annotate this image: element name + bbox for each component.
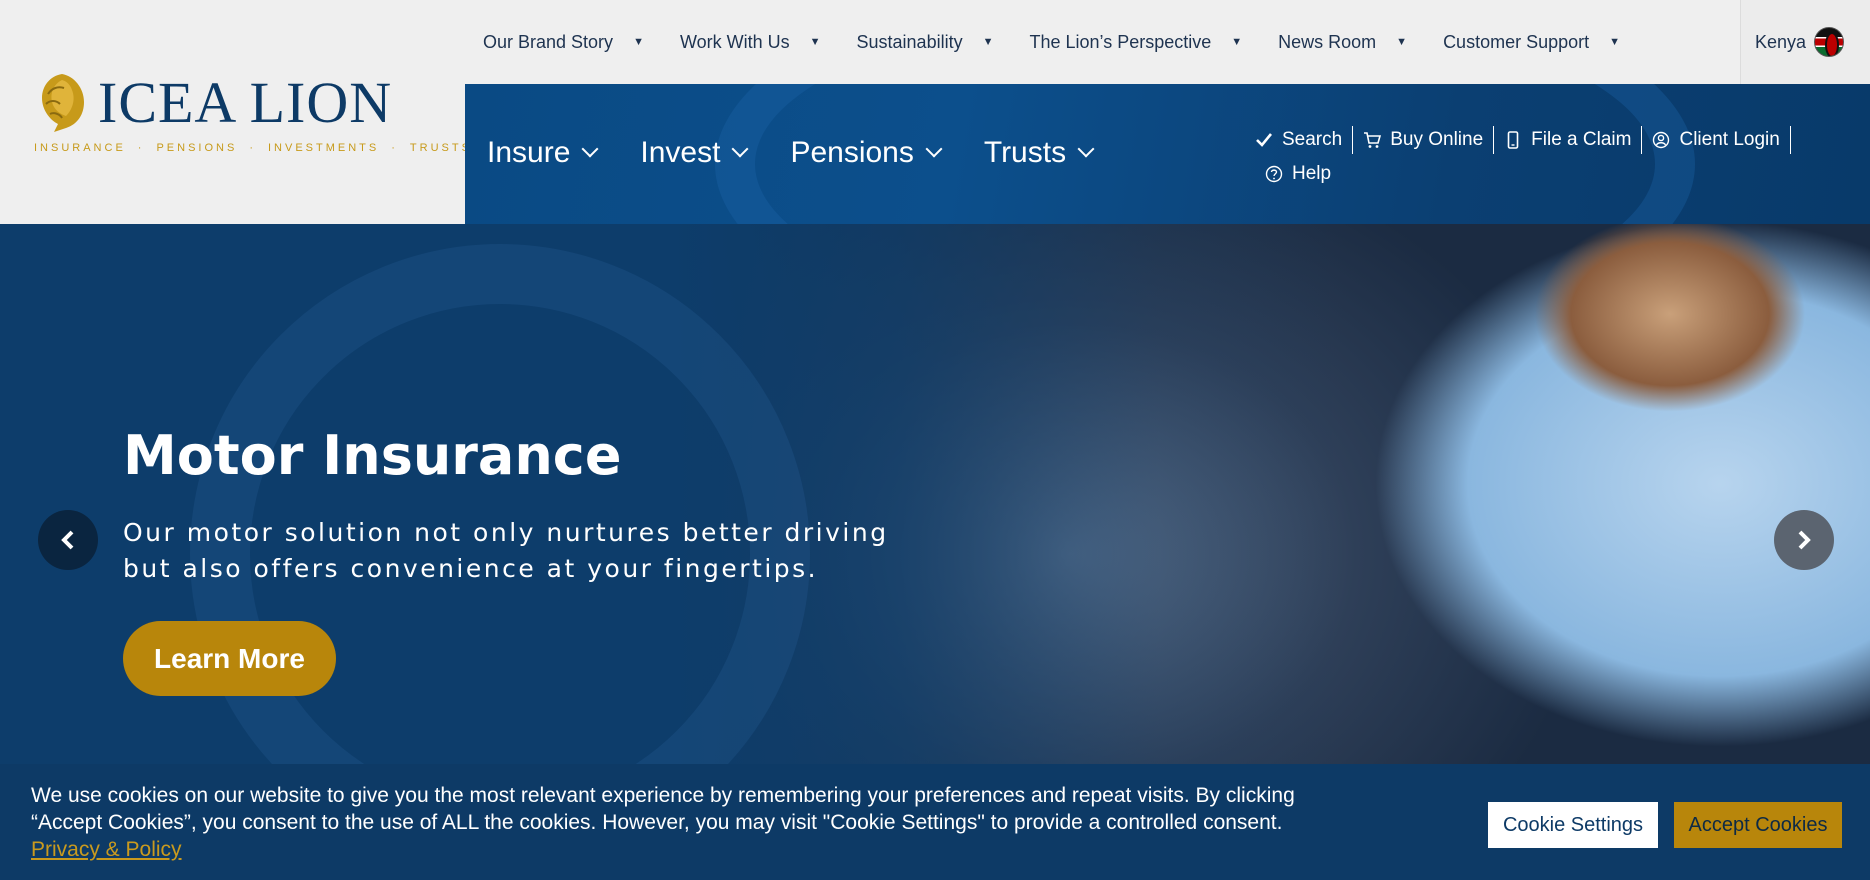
- carousel-next-button[interactable]: [1774, 510, 1834, 570]
- logo[interactable]: ICEA LION: [32, 70, 465, 136]
- chevron-left-icon: [61, 530, 74, 550]
- top-nav: Our Brand Story ▼ Work With Us ▼ Sustain…: [465, 0, 1870, 84]
- caret-down-icon: ▼: [1231, 36, 1243, 48]
- nav-invest[interactable]: Invest: [640, 136, 749, 170]
- main-nav-links: Insure Invest Pensions Trusts: [487, 136, 1095, 170]
- country-selector[interactable]: Kenya: [1739, 0, 1870, 84]
- util-label: Search: [1282, 129, 1343, 150]
- topnav-label: Customer Support: [1443, 31, 1590, 52]
- nav-label: Insure: [487, 136, 571, 169]
- hero-subtitle: Our motor solution not only nurtures bet…: [123, 515, 903, 587]
- nav-pensions[interactable]: Pensions: [790, 136, 943, 170]
- carousel-prev-button[interactable]: [38, 510, 98, 570]
- util-label: Client Login: [1679, 129, 1780, 150]
- cookie-settings-button[interactable]: Cookie Settings: [1488, 802, 1658, 848]
- topnav-label: Sustainability: [856, 31, 963, 52]
- lion-logo-icon: [42, 74, 84, 132]
- brand-tagline: INSURANCE · PENSIONS · INVESTMENTS · TRUSTS: [34, 142, 472, 154]
- tagline-investments: INVESTMENTS: [268, 142, 380, 154]
- nav-label: Pensions: [790, 136, 914, 169]
- cookie-banner: We use cookies on our website to give yo…: [0, 764, 1870, 880]
- search-link[interactable]: Search: [1255, 126, 1354, 154]
- cookie-message: We use cookies on our website to give yo…: [31, 783, 1295, 834]
- topnav-label: News Room: [1278, 31, 1377, 52]
- accept-cookies-button[interactable]: Accept Cookies: [1674, 802, 1842, 848]
- topnav-sustainability[interactable]: Sustainability ▼: [839, 32, 1012, 53]
- country-label: Kenya: [1754, 31, 1806, 52]
- tagline-pensions: PENSIONS: [156, 142, 238, 154]
- chevron-down-icon: [731, 140, 749, 158]
- help-link[interactable]: Help: [1255, 160, 1341, 188]
- nav-insure[interactable]: Insure: [487, 136, 599, 170]
- topnav-brand-story[interactable]: Our Brand Story ▼: [465, 32, 662, 53]
- buy-online-link[interactable]: Buy Online: [1353, 126, 1495, 154]
- learn-more-button[interactable]: Learn More: [123, 621, 336, 696]
- cookie-text: We use cookies on our website to give yo…: [31, 782, 1311, 863]
- util-label: Help: [1292, 163, 1332, 184]
- topnav-work-with-us[interactable]: Work With Us ▼: [662, 32, 839, 53]
- kenya-flag-icon: [1814, 27, 1844, 57]
- tagline-insurance: INSURANCE: [34, 142, 126, 154]
- nav-label: Invest: [640, 136, 721, 169]
- check-icon: [1255, 131, 1273, 149]
- utility-links: Search Buy Online File a Claim Client Lo…: [1255, 126, 1835, 188]
- topnav-customer-support[interactable]: Customer Support ▼: [1425, 32, 1638, 53]
- client-login-link[interactable]: Client Login: [1642, 126, 1791, 154]
- topnav-label: Work With Us: [679, 31, 790, 52]
- chevron-down-icon: [581, 140, 599, 158]
- hero-title: Motor Insurance: [123, 424, 622, 487]
- caret-down-icon: ▼: [1396, 36, 1408, 48]
- caret-down-icon: ▼: [809, 36, 821, 48]
- tagline-trusts: TRUSTS: [409, 142, 472, 154]
- cookie-actions: Cookie Settings Accept Cookies: [1488, 802, 1842, 848]
- file-claim-link[interactable]: File a Claim: [1494, 126, 1643, 154]
- phone-icon: [1504, 131, 1522, 149]
- user-icon: [1652, 131, 1670, 149]
- main-nav: Insure Invest Pensions Trusts Search Buy…: [465, 84, 1870, 224]
- logo-panel: ICEA LION INSURANCE · PENSIONS · INVESTMENTS…: [0, 0, 472, 224]
- topnav-news-room[interactable]: News Room ▼: [1260, 32, 1425, 53]
- util-label: File a Claim: [1531, 129, 1632, 150]
- brand-name: ICEA LION: [98, 70, 393, 135]
- caret-down-icon: ▼: [1609, 36, 1621, 48]
- caret-down-icon: ▼: [633, 36, 644, 48]
- topnav-label: Our Brand Story: [483, 31, 614, 52]
- topnav-label: The Lion’s Perspective: [1029, 31, 1212, 52]
- nav-trusts[interactable]: Trusts: [983, 136, 1095, 170]
- hero-subtitle-line1: Our motor solution not only nurtures bet…: [123, 518, 889, 547]
- caret-down-icon: ▼: [982, 36, 994, 48]
- hero-subtitle-line2: but also offers convenience at your fing…: [123, 554, 819, 583]
- hero-content: Motor Insurance Our motor solution not o…: [123, 424, 903, 696]
- chevron-down-icon: [1077, 140, 1095, 158]
- topnav-lions-perspective[interactable]: The Lion’s Perspective ▼: [1011, 32, 1260, 53]
- chevron-down-icon: [925, 140, 943, 158]
- nav-label: Trusts: [983, 136, 1067, 169]
- hero-carousel: Motor Insurance Our motor solution not o…: [0, 224, 1870, 764]
- help-icon: [1265, 165, 1283, 183]
- privacy-policy-link[interactable]: Privacy & Policy: [31, 838, 182, 861]
- cart-icon: [1363, 131, 1382, 149]
- chevron-right-icon: [1798, 530, 1811, 550]
- util-label: Buy Online: [1390, 129, 1484, 150]
